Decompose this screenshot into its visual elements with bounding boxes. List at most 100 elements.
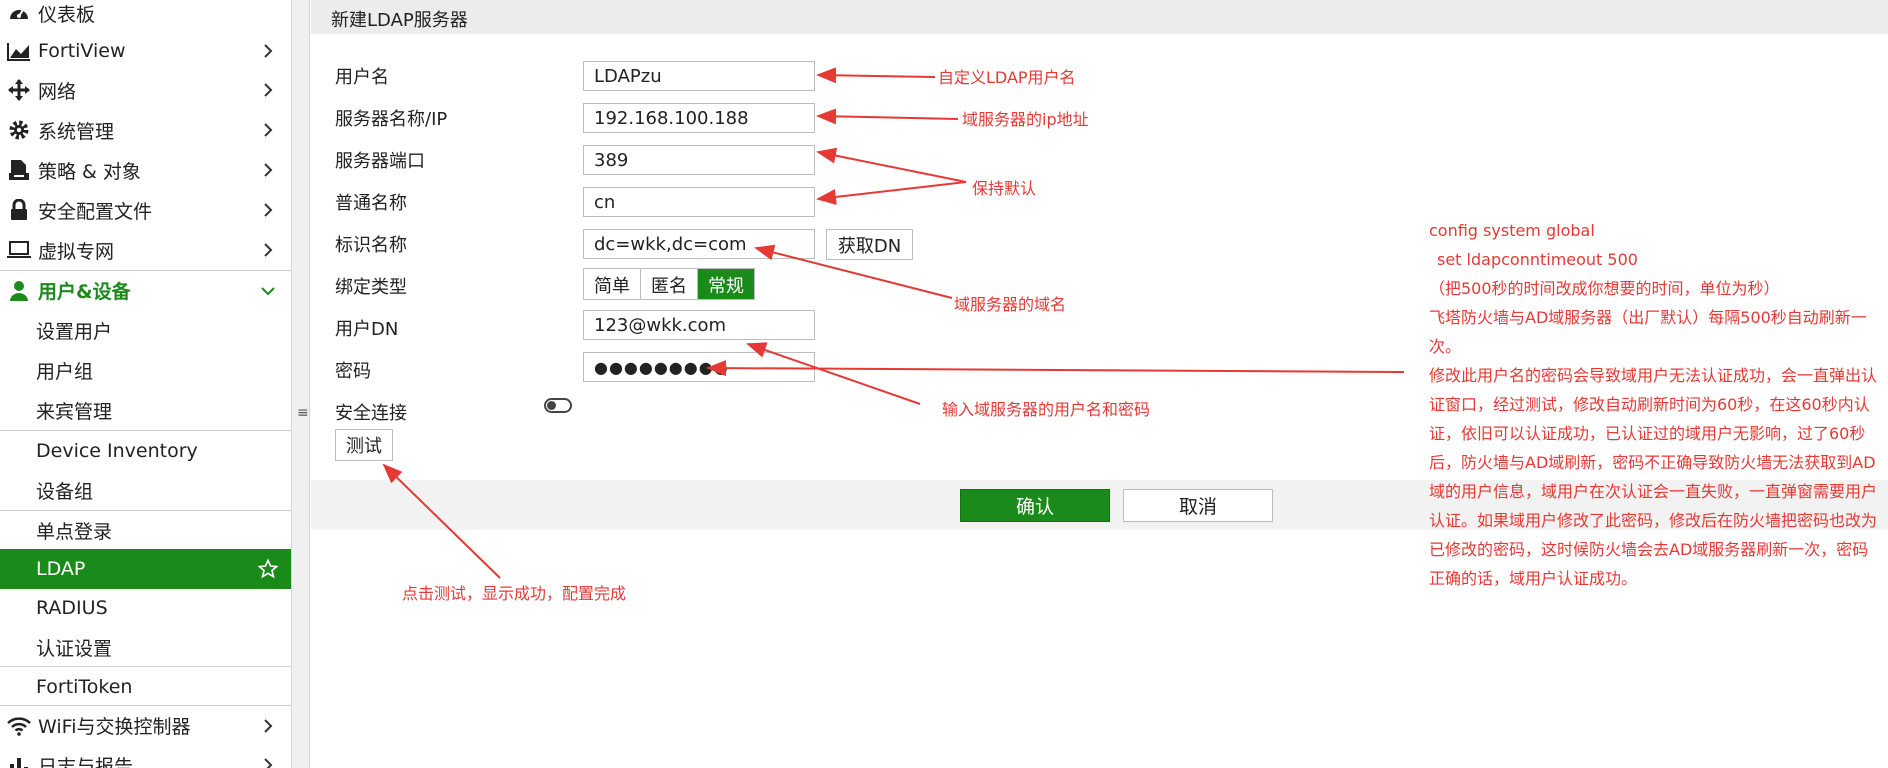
annotation-server-ip: 域服务器的ip地址 [962,110,1089,129]
network-move-icon [6,77,32,103]
server-ip-input[interactable] [583,103,815,133]
secure-connection-label: 安全连接 [335,403,407,424]
common-name-label: 普通名称 [335,193,407,214]
annotation-config-note: config system global set ldapconntimeout… [1429,216,1884,593]
sidebar-item-log-report[interactable]: 日志与报告 [0,745,291,768]
bind-type-simple[interactable]: 简单 [584,269,641,299]
sidebar-item-label: 用户组 [36,360,94,383]
get-dn-button[interactable]: 获取DN [826,229,913,260]
username-label: 用户名 [335,67,389,88]
bind-type-regular[interactable]: 常规 [698,269,754,299]
server-port-input[interactable] [583,145,815,175]
sidebar-item-label: 设置用户 [36,320,113,343]
sidebar-item-label: 用户&设备 [38,281,131,303]
sidebar-item-radius[interactable]: RADIUS [0,588,291,628]
sidebar-item-label: 单点登录 [36,521,113,543]
sidebar-item-label: Device Inventory [36,439,198,462]
annotation-domain: 域服务器的域名 [954,295,1067,314]
sidebar-item-label: 认证设置 [36,637,113,660]
config-line: 飞塔防火墙与AD域服务器（出厂默认）每隔500秒自动刷新一次。 [1429,308,1867,356]
user-dn-label: 用户DN [335,319,399,340]
username-input[interactable] [583,61,815,91]
sidebar-item-fortitoken[interactable]: FortiToken [0,666,291,706]
sidebar-item-guest-management[interactable]: 来宾管理 [0,390,291,430]
sidebar-item-label: 来宾管理 [36,400,113,423]
page-title: 新建LDAP服务器 [311,0,1888,34]
sidebar: 仪表板 FortiView 网络 系统管理 策略 & 对象 安全配置文件 虚拟专… [0,0,292,768]
password-input[interactable] [583,352,815,382]
lock-icon [6,197,32,223]
config-line: set ldapconntimeout 500 [1437,250,1638,269]
sidebar-item-label: 网络 [38,80,77,103]
sidebar-item-label: 日志与报告 [38,755,134,768]
user-dn-input[interactable] [583,310,815,340]
config-line: （把500秒的时间改成你想要的时间，单位为秒） [1429,279,1780,298]
dashboard-icon [6,0,32,26]
sidebar-splitter[interactable]: ≡ [292,0,310,768]
sidebar-item-user-groups[interactable]: 用户组 [0,350,291,390]
sidebar-item-label: WiFi与交换控制器 [38,716,191,738]
star-icon[interactable] [258,558,278,579]
chart-icon [6,38,32,64]
common-name-input[interactable] [583,187,815,217]
sidebar-item-label: 系统管理 [38,120,115,143]
sidebar-item-device-groups[interactable]: 设备组 [0,470,291,510]
annotation-test: 点击测试，显示成功，配置完成 [402,584,627,603]
annotation-default: 保持默认 [972,179,1037,198]
sidebar-item-device-inventory[interactable]: Device Inventory [0,430,291,470]
server-label: 服务器名称/IP [335,109,448,130]
sidebar-item-fortiview[interactable]: FortiView [0,31,291,71]
wifi-icon [6,713,32,739]
chevron-right-icon [258,716,278,736]
sidebar-item-user-definition[interactable]: 设置用户 [0,310,291,350]
sidebar-item-label: FortiToken [36,675,133,698]
policy-icon [6,157,32,183]
sidebar-item-ldap[interactable]: LDAP [0,549,291,589]
chevron-right-icon [258,200,278,220]
annotation-username: 自定义LDAP用户名 [938,68,1076,87]
sidebar-item-wifi[interactable]: WiFi与交换控制器 [0,705,291,745]
chevron-right-icon [258,160,278,180]
sidebar-item-network[interactable]: 网络 [0,70,291,110]
sidebar-item-vpn[interactable]: 虚拟专网 [0,230,291,270]
sidebar-item-system[interactable]: 系统管理 [0,110,291,150]
cancel-button[interactable]: 取消 [1123,489,1273,522]
sidebar-item-label: 仪表板 [38,3,96,26]
sidebar-item-label: 安全配置文件 [38,200,153,223]
sidebar-item-auth-settings[interactable]: 认证设置 [0,627,291,667]
config-line: config system global [1429,221,1595,240]
sidebar-item-security-profiles[interactable]: 安全配置文件 [0,190,291,230]
user-icon [6,278,32,304]
config-line: 修改此用户名的密码会导致域用户无法认证成功，会一直弹出认证窗口，经过测试，修改自… [1429,366,1878,588]
port-label: 服务器端口 [335,151,425,172]
laptop-icon [6,237,32,263]
sidebar-item-user-device[interactable]: 用户&设备 [0,270,291,310]
bind-type-label: 绑定类型 [335,277,407,298]
password-label: 密码 [335,361,371,382]
chevron-right-icon [258,80,278,100]
sidebar-item-label: 设备组 [36,480,94,503]
toggle-knob [547,401,556,410]
sidebar-item-policy[interactable]: 策略 & 对象 [0,150,291,190]
sidebar-item-dashboard[interactable]: 仪表板 [0,0,291,33]
annotation-userpass: 输入域服务器的用户名和密码 [942,400,1151,419]
distinguished-name-label: 标识名称 [335,235,407,256]
chevron-right-icon [258,755,278,768]
chevron-right-icon [258,120,278,140]
report-icon [6,752,32,768]
drag-handle-icon: ≡ [297,405,309,421]
bind-type-anonymous[interactable]: 匿名 [641,269,698,299]
sidebar-item-label: 虚拟专网 [38,240,115,263]
chevron-right-icon [258,41,278,61]
secure-connection-toggle[interactable] [544,398,572,413]
sidebar-item-label: 策略 & 对象 [38,160,141,183]
chevron-down-icon [258,281,278,301]
test-button[interactable]: 测试 [335,429,393,461]
chevron-right-icon [258,240,278,260]
sidebar-item-label: FortiView [38,40,126,62]
bind-type-selector: 简单 匿名 常规 [583,268,755,300]
ok-button[interactable]: 确认 [960,489,1110,522]
gear-icon [6,117,32,143]
sidebar-item-sso[interactable]: 单点登录 [0,510,291,550]
distinguished-name-input[interactable] [583,229,815,259]
